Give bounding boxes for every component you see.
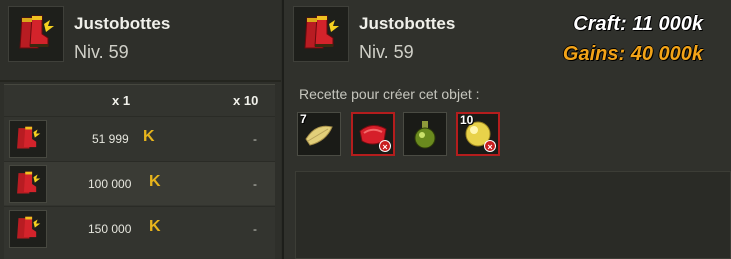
- missing-ingredient-icon: ×: [379, 140, 391, 152]
- boots-icon: [17, 216, 41, 239]
- ingredient-quantity: 7: [300, 112, 307, 126]
- table-row[interactable]: 100 000 K -: [4, 161, 275, 205]
- description-box: [295, 171, 731, 259]
- ingredient-quantity: 10: [460, 113, 474, 127]
- item-detail-panel: Justobottes Niv. 59 Craft: 11 000k Gains…: [282, 0, 731, 259]
- missing-ingredient-icon: ×: [484, 140, 496, 152]
- item-level: Niv. 59: [359, 42, 414, 62]
- market-panel: Justobottes Niv. 59 x 1 x 10 51 999 K -: [0, 0, 281, 259]
- kama-icon: K: [143, 128, 155, 145]
- row-price: 51 999: [92, 132, 129, 146]
- row-price: 150 000: [88, 222, 132, 236]
- item-name: Justobottes: [359, 14, 456, 33]
- row-item-image: [9, 120, 47, 158]
- kama-icon: K: [149, 218, 161, 235]
- item-header: Justobottes Niv. 59: [293, 6, 455, 63]
- row-price: 100 000: [88, 177, 132, 191]
- boots-icon: [17, 171, 41, 194]
- feather-icon: [305, 125, 333, 146]
- craft-cost-label: Craft: 11 000k: [573, 13, 703, 35]
- item-header: Justobottes Niv. 59: [8, 6, 170, 63]
- row-x10-price: -: [253, 222, 257, 236]
- price-table: x 1 x 10 51 999 K - 100 000 K - 150 000 …: [4, 84, 275, 259]
- table-row[interactable]: 150 000 K -: [4, 206, 275, 250]
- kama-icon: K: [149, 173, 161, 190]
- table-row[interactable]: 51 999 K -: [4, 116, 275, 160]
- ingredient-slot[interactable]: ×: [351, 112, 395, 156]
- ingredient-slot[interactable]: [403, 112, 447, 156]
- row-x10-price: -: [253, 177, 257, 191]
- potion-icon: [414, 121, 436, 149]
- recipe-label: Recette pour créer cet objet :: [299, 86, 480, 102]
- item-level: Niv. 59: [74, 42, 129, 62]
- boots-icon: [304, 15, 339, 49]
- item-image[interactable]: [8, 6, 64, 62]
- row-item-image: [9, 210, 47, 248]
- row-item-image: [9, 165, 47, 203]
- boots-icon: [17, 126, 41, 149]
- item-image[interactable]: [293, 6, 349, 62]
- row-x10-price: -: [253, 132, 257, 146]
- item-name: Justobottes: [74, 14, 171, 33]
- column-header-x10: x 10: [233, 93, 259, 108]
- ingredient-slot[interactable]: 7: [297, 112, 341, 156]
- header-divider: [0, 80, 281, 82]
- ingredient-slot[interactable]: 10 ×: [456, 112, 500, 156]
- gains-label: Gains: 40 000k: [562, 43, 703, 65]
- boots-icon: [19, 15, 54, 49]
- column-header-x1: x 1: [112, 93, 131, 108]
